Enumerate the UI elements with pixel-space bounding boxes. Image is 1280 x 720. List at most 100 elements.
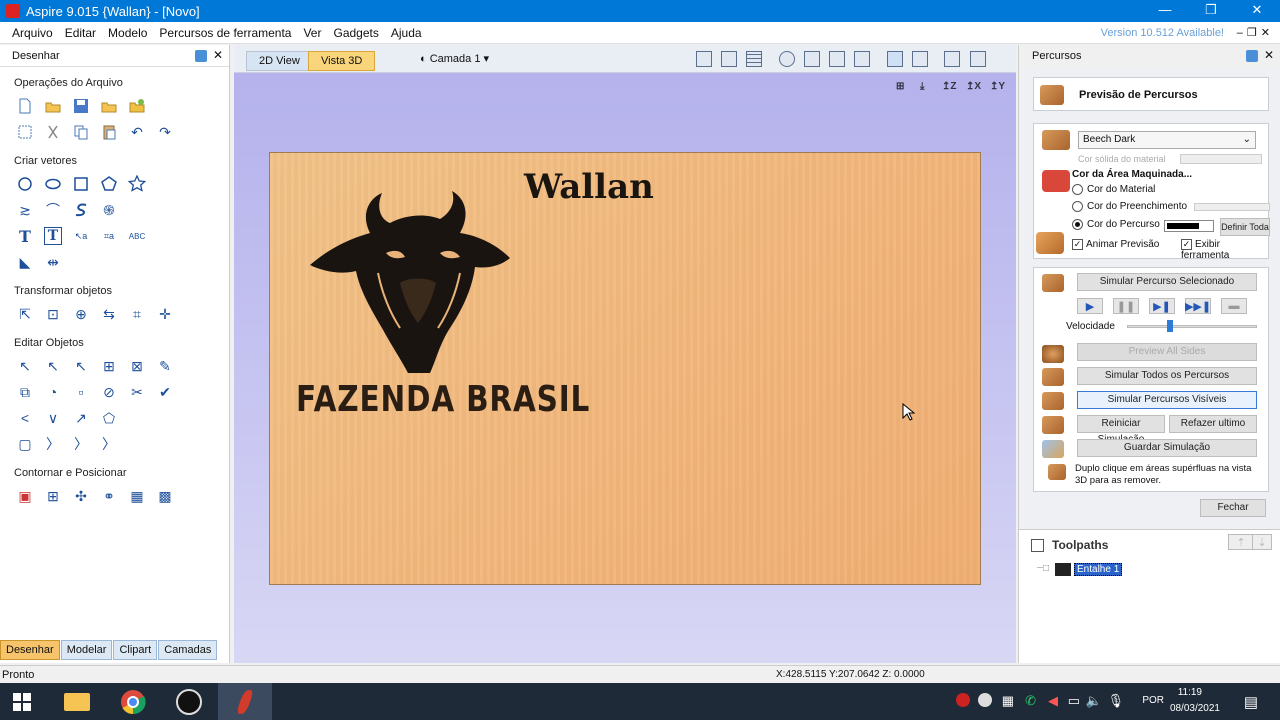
cut-icon[interactable] xyxy=(44,123,62,141)
undo-icon[interactable]: ↶ xyxy=(128,123,146,141)
sim-selected-button[interactable]: Simular Percurso Selecionado xyxy=(1077,273,1257,291)
abc-icon[interactable]: ABC xyxy=(128,227,146,245)
redo-last-button[interactable]: Refazer ultimo xyxy=(1169,415,1257,433)
align-icon[interactable]: ⊕ xyxy=(72,305,90,323)
split-view-icon[interactable] xyxy=(970,51,986,67)
circular-copy-icon[interactable]: ✣ xyxy=(72,487,90,505)
toolpaths-header[interactable]: Toolpaths xyxy=(1031,538,1108,553)
move-up-icon[interactable]: ⇡ xyxy=(1228,534,1254,550)
join-icon[interactable]: ✔ xyxy=(156,383,174,401)
text-on-curve-icon[interactable]: ↖a xyxy=(72,227,90,245)
transform-select-icon[interactable]: ↖ xyxy=(72,357,90,375)
minimize-button[interactable]: — xyxy=(1142,0,1188,22)
mirror-icon[interactable]: ⇆ xyxy=(100,305,118,323)
tray-whatsapp-icon[interactable]: ✆ xyxy=(1025,693,1036,709)
tab-modelar[interactable]: Modelar xyxy=(60,640,113,660)
fillet-icon[interactable]: < xyxy=(16,409,34,427)
maximize-button[interactable]: ❐ xyxy=(1188,0,1234,22)
panel-close-icon[interactable]: ✕ xyxy=(1264,48,1274,62)
explorer-icon[interactable] xyxy=(50,683,104,720)
dimension-icon[interactable]: ◣ xyxy=(16,253,34,271)
view-fit-icon[interactable]: ⊞ xyxy=(896,81,904,92)
star-icon[interactable] xyxy=(128,175,146,193)
close-vector-icon[interactable]: ⬠ xyxy=(100,409,118,427)
play-icon[interactable]: ▶ xyxy=(1077,298,1103,314)
pan-icon[interactable] xyxy=(854,51,870,67)
material-board[interactable]: Wallan FAZENDA BRASIL xyxy=(269,152,981,585)
menu-gadgets[interactable]: Gadgets xyxy=(327,26,384,40)
speed-slider[interactable] xyxy=(1127,325,1257,328)
tray-notify-icon[interactable]: ◀ xyxy=(1048,693,1058,709)
start-button[interactable] xyxy=(0,683,44,720)
copy-icon[interactable] xyxy=(72,123,90,141)
panel-close-icon[interactable]: ✕ xyxy=(213,48,223,62)
chamfer-icon[interactable]: ∨ xyxy=(44,409,62,427)
language-indicator[interactable]: POR xyxy=(1142,695,1164,706)
intersect-icon[interactable]: ▫ xyxy=(72,383,90,401)
save-sim-button[interactable]: Guardar Simulação xyxy=(1077,439,1257,457)
join-open-icon[interactable]: 〉 xyxy=(72,435,90,453)
menu-ver[interactable]: Ver xyxy=(297,26,327,40)
pin-icon[interactable] xyxy=(195,50,207,62)
ungroup-icon[interactable]: ⊠ xyxy=(128,357,146,375)
nesting-icon[interactable]: ▦ xyxy=(128,487,146,505)
close-panel-button[interactable]: Fechar xyxy=(1200,499,1266,517)
network-icon[interactable]: ▭ xyxy=(1068,693,1080,709)
grid-icon[interactable] xyxy=(746,51,762,67)
rectangle-icon[interactable] xyxy=(72,175,90,193)
path-color-select[interactable] xyxy=(1164,220,1214,232)
arc-icon[interactable]: ⌒ xyxy=(44,201,62,219)
microphone-icon[interactable]: 🎙 xyxy=(1107,693,1124,709)
import-bitmap-icon[interactable] xyxy=(128,97,146,115)
tray-color-icon[interactable]: ▦ xyxy=(1002,693,1014,709)
array-copy-icon[interactable]: ⊞ xyxy=(44,487,62,505)
menu-editar[interactable]: Editar xyxy=(59,26,102,40)
trim-icon[interactable]: ⊘ xyxy=(100,383,118,401)
clock-time[interactable]: 11:19 xyxy=(1178,687,1202,698)
tile-icon[interactable] xyxy=(944,51,960,67)
tab-clipart[interactable]: Clipart xyxy=(113,640,158,660)
measure-icon[interactable]: ⇹ xyxy=(44,253,62,271)
select-icon[interactable]: ↖ xyxy=(16,357,34,375)
node-edit-icon[interactable]: ↖ xyxy=(44,357,62,375)
fill-color-select[interactable] xyxy=(1194,203,1270,211)
radio-material[interactable]: Cor do Material xyxy=(1072,184,1155,195)
menu-modelo[interactable]: Modelo xyxy=(102,26,153,40)
radio-path[interactable]: Cor do Percurso xyxy=(1072,219,1160,230)
tool-view-icon[interactable] xyxy=(912,51,928,67)
center-icon[interactable]: ✛ xyxy=(156,305,174,323)
mdi-controls[interactable]: –❐✕ xyxy=(1237,26,1274,39)
preview-all-sides-button[interactable]: Preview All Sides xyxy=(1077,343,1257,361)
import-icon[interactable] xyxy=(100,97,118,115)
text-box-icon[interactable]: T xyxy=(44,227,62,245)
move-icon[interactable]: ⇱ xyxy=(16,305,34,323)
new-file-icon[interactable] xyxy=(16,97,34,115)
obs-icon[interactable] xyxy=(162,683,216,720)
spiral-icon[interactable]: ֍ xyxy=(100,201,118,219)
job-size-icon[interactable] xyxy=(16,123,34,141)
close-button[interactable]: ✕ xyxy=(1234,0,1280,22)
version-notice[interactable]: Version 10.512 Available! xyxy=(1101,27,1224,39)
snap-icon[interactable] xyxy=(779,51,795,67)
notification-icon[interactable]: ▤ xyxy=(1244,693,1258,711)
offset-icon[interactable]: ▣ xyxy=(16,487,34,505)
speed-slider-thumb[interactable] xyxy=(1167,320,1173,332)
polygon-icon[interactable] xyxy=(100,175,118,193)
radio-fill[interactable]: Cor do Preenchimento xyxy=(1072,201,1187,212)
sim-visible-button[interactable]: Simular Percursos Visíveis xyxy=(1077,391,1257,409)
aspire-taskbar-icon[interactable] xyxy=(218,683,272,720)
iso-view-icon[interactable]: ⤓ xyxy=(920,81,924,92)
stop-icon[interactable]: ▬ xyxy=(1221,298,1247,314)
tab-desenhar[interactable]: Desenhar xyxy=(0,640,60,660)
end-icon[interactable]: ▶▶❚ xyxy=(1185,298,1211,314)
text-icon[interactable]: T xyxy=(16,227,34,246)
show-tool-checkbox[interactable]: ✓ Exibir ferramenta xyxy=(1181,239,1268,261)
curve-icon[interactable] xyxy=(72,201,90,219)
animate-checkbox[interactable]: ✓ Animar Previsão xyxy=(1072,239,1159,250)
curve-fit-icon[interactable]: 〉 xyxy=(44,435,62,453)
polyline-icon[interactable]: ≳ xyxy=(16,201,34,219)
step-icon[interactable]: ▶❚ xyxy=(1149,298,1175,314)
tab-3d-view[interactable]: Vista 3D xyxy=(308,51,376,71)
material-select[interactable]: Beech Dark ⌄ xyxy=(1078,131,1256,149)
zoom-box-icon[interactable] xyxy=(804,51,820,67)
